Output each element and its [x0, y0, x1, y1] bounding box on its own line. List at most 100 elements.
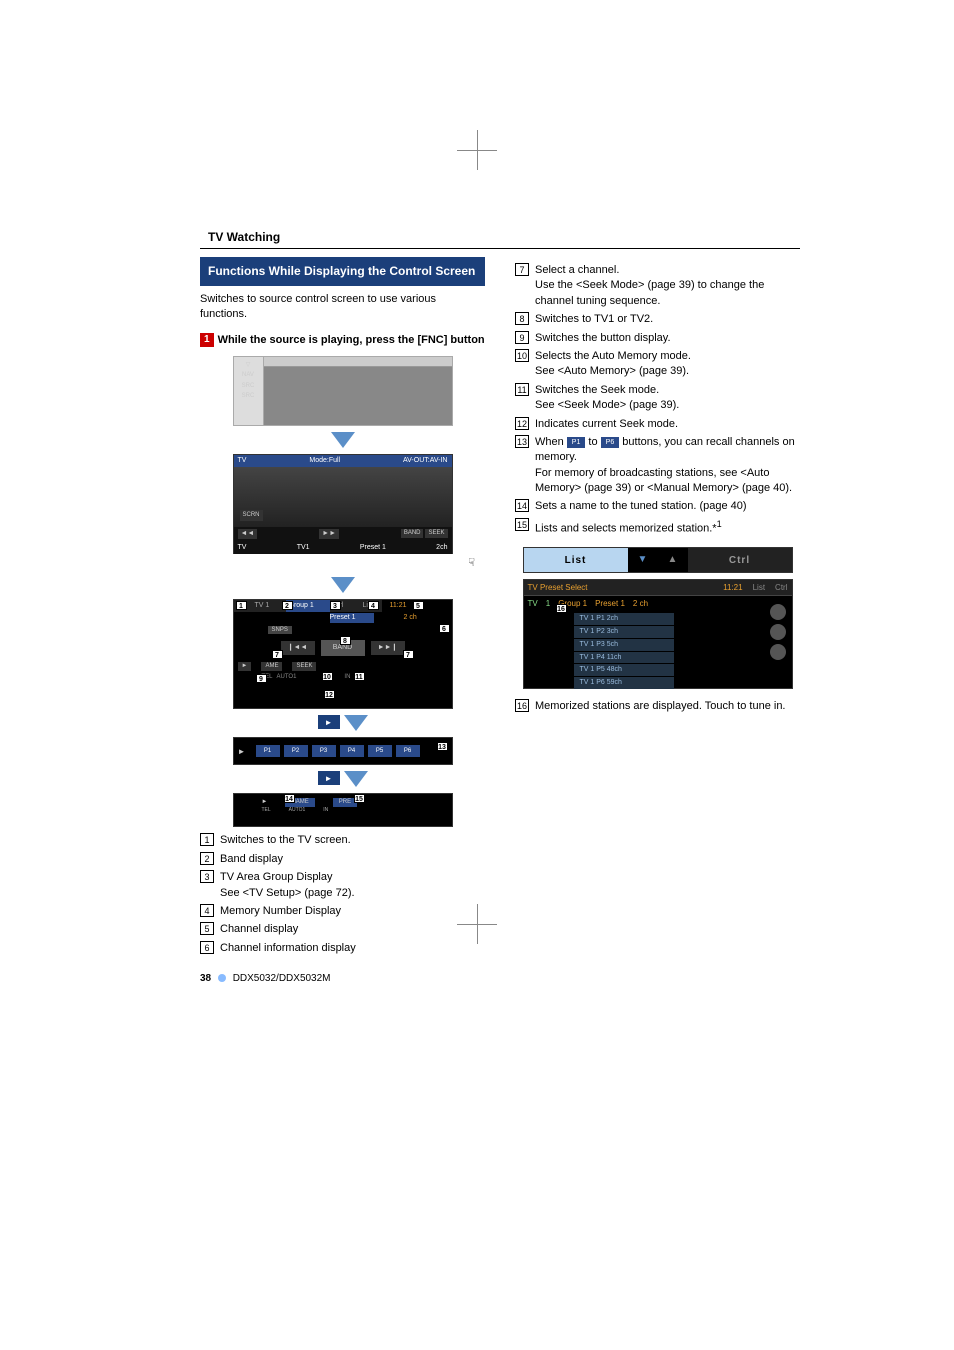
num-6: 6	[200, 941, 214, 954]
tel-label: TEL	[262, 807, 271, 814]
step-1-text: While the source is playing, press the […	[218, 333, 485, 348]
legend-7: Select a channel.Use the <Seek Mode> (pa…	[535, 263, 800, 309]
arrow-down-icon	[331, 432, 355, 448]
list-item: TV 1 P5 48ch	[574, 664, 674, 676]
play-small: ►	[262, 798, 268, 806]
crop-mark-top	[457, 130, 497, 170]
legend-16: Memorized stations are displayed. Touch …	[535, 699, 800, 714]
p3-button: P3	[312, 745, 336, 757]
list-tab: List	[524, 548, 628, 572]
legend-3: TV Area Group DisplaySee <TV Setup> (pag…	[220, 870, 485, 901]
footer-dot-icon	[218, 974, 226, 982]
tv-label: TV	[528, 598, 538, 609]
preset-select-header: TV Preset Select	[528, 583, 588, 592]
callout-7b: 7	[403, 650, 414, 659]
list-label: List	[753, 582, 765, 593]
time-label: 11:21	[723, 582, 742, 593]
num-10: 10	[515, 349, 529, 362]
callout-9: 9	[256, 674, 267, 683]
remote-label: NAV	[242, 371, 254, 379]
num-8: 8	[515, 312, 529, 325]
bar-mode: Mode:Full	[309, 456, 340, 466]
num-15: 15	[515, 518, 529, 531]
bot-tv1: TV1	[297, 543, 310, 553]
callout-10: 10	[322, 672, 333, 681]
side-icon	[770, 624, 786, 640]
side-icon	[770, 644, 786, 660]
remote-label: SRC	[242, 382, 255, 390]
in-label: IN	[323, 807, 328, 814]
step-1: 1 While the source is playing, press the…	[200, 333, 485, 348]
pointer-icon: ☟	[200, 556, 475, 571]
hdr-tv1: TV 1	[252, 600, 286, 612]
feature-intro: Switches to source control screen to use…	[200, 292, 485, 323]
legend-8: Switches to TV1 or TV2.	[535, 312, 800, 327]
play-btn: ►	[238, 662, 252, 670]
legend-1: Switches to the TV screen.	[220, 833, 485, 848]
seek-btn: SEEK	[292, 662, 316, 670]
num-16: 16	[515, 699, 529, 712]
left-column: Functions While Displaying the Control S…	[200, 257, 485, 959]
num-11: 11	[515, 383, 529, 396]
num-2: 2	[200, 852, 214, 865]
header-rule	[200, 248, 800, 249]
callout-11: 11	[354, 672, 365, 681]
ctrl-label: Ctrl	[775, 582, 787, 593]
arrow-down-icon	[344, 715, 368, 731]
callout-6: 6	[439, 624, 450, 633]
preset-label: Preset 1	[595, 598, 625, 609]
page-footer: 38 DDX5032/DDX5032M	[200, 973, 874, 984]
one-label: 1	[546, 598, 550, 609]
ch-label: 2 ch	[404, 613, 430, 623]
ame-btn: AME	[261, 662, 282, 670]
ch-label: 2 ch	[633, 598, 648, 609]
p6-inline: P6	[601, 437, 620, 448]
legend-15: Lists and selects memorized station.*1	[535, 518, 800, 537]
num-3: 3	[200, 870, 214, 883]
snps-label: SNPS	[268, 626, 292, 634]
figure-tv-screen: TV Mode:Full AV-OUT:AV-IN SCRN ◄◄ ►► BAN…	[233, 454, 453, 554]
side-icon	[770, 604, 786, 620]
next-button: ►►❙	[371, 641, 405, 655]
crop-mark-bottom	[457, 904, 497, 944]
page-number: 38	[200, 973, 211, 984]
num-7: 7	[515, 263, 529, 276]
num-13: 13	[515, 435, 529, 448]
num-5: 5	[200, 922, 214, 935]
callout-13: 13	[437, 742, 448, 751]
figure-presets-row: ► P1 P2 P3 P4 P5 P6 13	[233, 737, 453, 765]
play-small: ►	[238, 746, 252, 757]
callout-2: 2	[282, 601, 293, 610]
callout-5: 5	[413, 601, 424, 610]
callout-15: 15	[354, 794, 365, 803]
section-header: TV Watching	[208, 230, 874, 244]
right-legend-list-2: 16 Memorized stations are displayed. Touc…	[515, 699, 800, 714]
band-label: BAND	[401, 529, 424, 537]
callout-16: 16	[556, 604, 567, 613]
right-column: 7 Select a channel.Use the <Seek Mode> (p…	[515, 257, 800, 959]
arrow-down-icon	[344, 771, 368, 787]
prev-button: ❙◄◄	[281, 641, 315, 655]
list-item: TV 1 P1 2ch	[574, 613, 674, 625]
left-legend-list: 1Switches to the TV screen. 2Band displa…	[200, 833, 485, 956]
list-item: TV 1 P3 5ch	[574, 639, 674, 651]
seek-label: SEEK	[425, 529, 447, 537]
legend-6: Channel information display	[220, 941, 485, 956]
p2-button: P2	[284, 745, 308, 757]
callout-1: 1	[236, 601, 247, 610]
legend-4: Memory Number Display	[220, 904, 485, 919]
ctrl-tab: Ctrl	[688, 548, 792, 572]
legend-5: Channel display	[220, 922, 485, 937]
num-12: 12	[515, 417, 529, 430]
callout-7: 7	[272, 650, 283, 659]
prev-btn: ◄◄	[238, 529, 258, 539]
num-4: 4	[200, 904, 214, 917]
figure-control-screen: 1 2 3 4 5 6 7 8 7 9 10 11 12 TV TV 1 Gro…	[233, 599, 453, 709]
num-14: 14	[515, 499, 529, 512]
num-9: 9	[515, 331, 529, 344]
in-label: IN	[344, 673, 350, 681]
callout-8: 8	[340, 636, 351, 645]
p1-button: P1	[256, 745, 280, 757]
legend-11: Switches the Seek mode.See <Seek Mode> (…	[535, 383, 800, 414]
bar-avout: AV-OUT:AV-IN	[403, 456, 447, 466]
